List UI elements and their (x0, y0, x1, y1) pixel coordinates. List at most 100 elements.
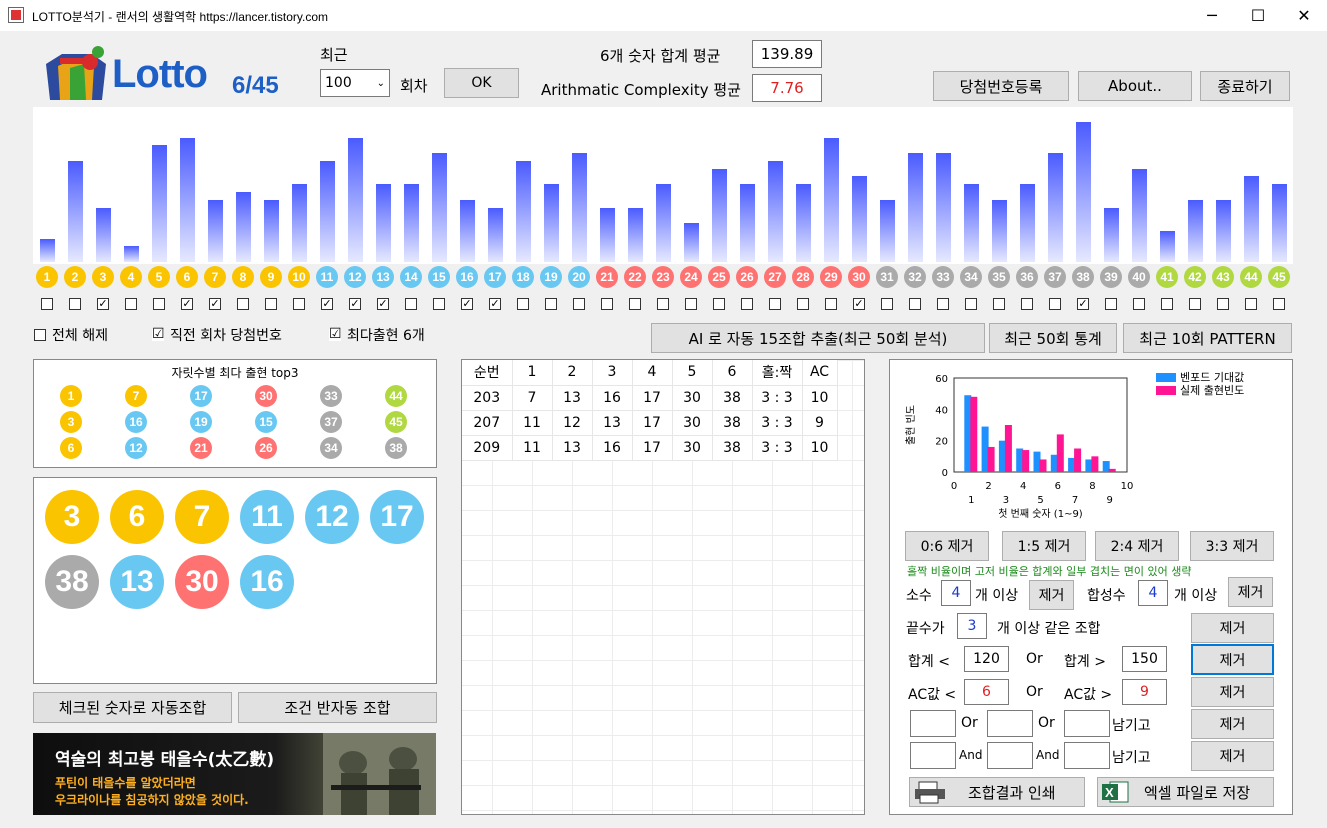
excel-button[interactable]: X 엑셀 파일로 저장 (1097, 777, 1274, 807)
ratio-remove-button[interactable]: 3:3 제거 (1190, 531, 1274, 561)
number-checkbox[interactable] (1161, 298, 1173, 310)
ai-extract-button[interactable]: AI 로 자동 15조합 추출(최근 50회 분석) (651, 323, 985, 353)
x-minor-tick-label: 9 (1107, 495, 1113, 506)
number-checkbox[interactable] (825, 298, 837, 310)
composite-input[interactable]: 4 (1138, 580, 1168, 606)
number-checkbox[interactable] (1021, 298, 1033, 310)
number-checkbox[interactable] (965, 298, 977, 310)
number-checkbox[interactable] (433, 298, 445, 310)
number-checkbox[interactable] (1049, 298, 1061, 310)
composite-remove-button[interactable]: 제거 (1228, 577, 1273, 607)
print-button[interactable]: 조합결과 인쇄 (909, 777, 1085, 807)
recent-rounds-select[interactable]: 100 ⌄ (320, 69, 390, 97)
number-checkbox[interactable] (629, 298, 641, 310)
number-checkbox[interactable] (881, 298, 893, 310)
number-checkbox[interactable] (1217, 298, 1229, 310)
number-checkbox[interactable]: ✓ (97, 298, 109, 310)
number-checkbox[interactable] (1133, 298, 1145, 310)
clear-all-checkbox[interactable]: 전체 해제 (34, 325, 108, 345)
or-input-3[interactable] (1064, 710, 1110, 737)
number-checkbox[interactable]: ✓ (489, 298, 501, 310)
register-winning-button[interactable]: 당첨번호등록 (933, 71, 1069, 101)
ratio-remove-button[interactable]: 0:6 제거 (905, 531, 989, 561)
prime-input[interactable]: 4 (941, 580, 971, 606)
number-checkbox[interactable] (769, 298, 781, 310)
number-checkbox[interactable] (41, 298, 53, 310)
ac-min-input[interactable]: 6 (964, 679, 1009, 705)
number-checkbox[interactable] (1245, 298, 1257, 310)
number-checkbox[interactable] (69, 298, 81, 310)
number-checkbox[interactable] (1105, 298, 1117, 310)
or-remove-button[interactable]: 제거 (1191, 709, 1274, 739)
prev-win-checkbox[interactable]: ☑ 직전 회차 당첨번호 (152, 325, 282, 345)
number-checkbox[interactable] (937, 298, 949, 310)
ending-remove-button[interactable]: 제거 (1191, 613, 1274, 643)
number-checkbox[interactable] (517, 298, 529, 310)
number-checkbox[interactable] (545, 298, 557, 310)
and-input-2[interactable] (987, 742, 1033, 769)
sum-min-input[interactable]: 120 (964, 646, 1009, 672)
and-input-3[interactable] (1064, 742, 1110, 769)
results-row[interactable]: 203 7 13 16 17 30 38 3 : 3 10 (462, 385, 838, 411)
results-row[interactable]: 209 11 13 16 17 30 38 3 : 3 10 (462, 435, 838, 461)
ad-line1: 푸틴이 태을수를 알았더라면 (55, 776, 196, 790)
results-grid-panel[interactable]: 순번 1 2 3 4 5 6 홀:짝 AC 203 7 13 16 17 30 38 3 : 3 10 207 11 1… (461, 359, 865, 815)
results-table[interactable]: 순번 1 2 3 4 5 6 홀:짝 AC 203 7 13 16 17 30 38 3 : 3 10 207 11 1… (462, 360, 838, 461)
about-button[interactable]: About.. (1078, 71, 1192, 101)
composite-suffix: 개 이상 (1174, 588, 1218, 604)
pattern10-button[interactable]: 최근 10회 PATTERN (1123, 323, 1292, 353)
number-checkbox[interactable]: ✓ (1077, 298, 1089, 310)
number-checkbox[interactable] (153, 298, 165, 310)
sum-max-input[interactable]: 150 (1122, 646, 1167, 672)
ending-input[interactable]: 3 (957, 613, 987, 639)
sum-remove-button[interactable]: 제거 (1191, 644, 1274, 675)
number-ball: 26 (736, 266, 758, 288)
ratio-remove-button[interactable]: 1:5 제거 (1002, 531, 1086, 561)
number-checkbox[interactable]: ✓ (181, 298, 193, 310)
ac-remove-button[interactable]: 제거 (1191, 677, 1274, 707)
number-checkbox[interactable] (1189, 298, 1201, 310)
number-checkbox[interactable] (601, 298, 613, 310)
number-checkbox[interactable] (573, 298, 585, 310)
exit-button[interactable]: 종료하기 (1200, 71, 1290, 101)
ok-button[interactable]: OK (444, 68, 519, 98)
number-checkbox[interactable]: ✓ (209, 298, 221, 310)
ad-banner[interactable]: 역술의 최고봉 태을수(太乙數) 푸틴이 태을수를 알았더라면 우크라이나를 침… (33, 733, 436, 815)
ac-max-input[interactable]: 9 (1122, 679, 1167, 705)
number-checkbox[interactable] (993, 298, 1005, 310)
most-six-checkbox[interactable]: ☑ 최다출현 6개 (329, 325, 425, 345)
number-checkbox[interactable]: ✓ (853, 298, 865, 310)
or-input-2[interactable] (987, 710, 1033, 737)
number-checkbox[interactable]: ✓ (461, 298, 473, 310)
auto-checked-button[interactable]: 체크된 숫자로 자동조합 (33, 692, 232, 723)
number-checkbox[interactable] (237, 298, 249, 310)
number-checkbox[interactable] (293, 298, 305, 310)
number-checkbox[interactable] (405, 298, 417, 310)
number-checkbox[interactable] (1273, 298, 1285, 310)
number-checkbox[interactable] (265, 298, 277, 310)
minimize-button[interactable]: ─ (1189, 0, 1235, 31)
prime-remove-button[interactable]: 제거 (1029, 580, 1074, 610)
number-checkbox[interactable]: ✓ (349, 298, 361, 310)
number-checkbox[interactable]: ✓ (377, 298, 389, 310)
number-checkbox[interactable]: ✓ (321, 298, 333, 310)
number-checkbox[interactable] (797, 298, 809, 310)
number-ball: 35 (988, 266, 1010, 288)
stats50-button[interactable]: 최근 50회 통계 (989, 323, 1117, 353)
semi-auto-button[interactable]: 조건 반자동 조합 (238, 692, 437, 723)
number-checkbox[interactable] (685, 298, 697, 310)
and-remove-button[interactable]: 제거 (1191, 741, 1274, 771)
number-checkbox[interactable] (713, 298, 725, 310)
close-button[interactable]: ✕ (1281, 0, 1327, 31)
number-checkbox[interactable] (741, 298, 753, 310)
maximize-button[interactable]: ☐ (1235, 0, 1281, 31)
ratio-remove-button[interactable]: 2:4 제거 (1095, 531, 1179, 561)
number-checkbox[interactable] (657, 298, 669, 310)
number-checkbox[interactable] (909, 298, 921, 310)
frequency-bars (33, 107, 1293, 264)
number-checkbox[interactable] (125, 298, 137, 310)
ac-avg-value: 7.76 (752, 74, 822, 102)
results-row[interactable]: 207 11 12 13 17 30 38 3 : 39 (462, 410, 838, 436)
and-input-1[interactable] (910, 742, 956, 769)
or-input-1[interactable] (910, 710, 956, 737)
